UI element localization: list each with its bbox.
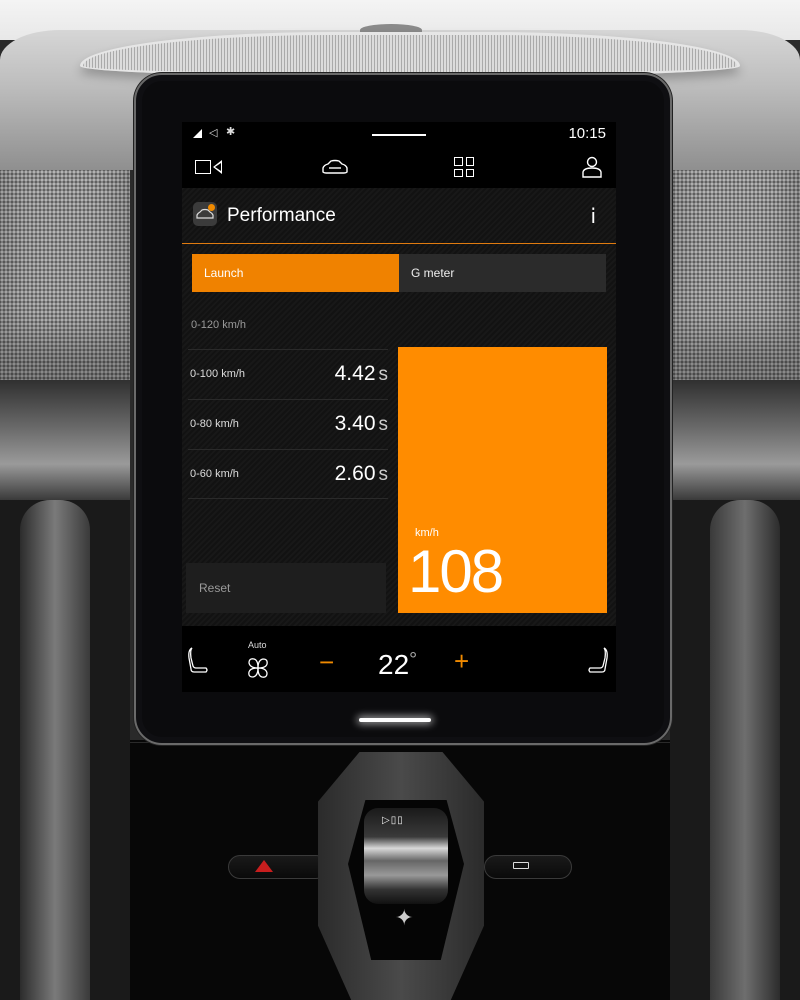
apps-button[interactable] [444, 152, 484, 182]
status-bar: ◁ ✱ 10:15 [182, 122, 616, 146]
clock: 10:15 [568, 125, 606, 142]
dashboard-fabric-right [670, 170, 800, 380]
rear-defrost-icon[interactable] [513, 862, 529, 869]
bluetooth-icon: ✱ [226, 126, 236, 138]
speed-value: 108 [408, 538, 504, 605]
launch-times-list: 0-100 km/h 4.42 s 0-80 km/h 3.40 s 0-60 km… [188, 349, 388, 499]
launch-section-label: 0-120 km/h [191, 319, 247, 331]
tab-bar: Launch G meter [192, 254, 606, 292]
passenger-seat-heating-icon[interactable] [586, 646, 610, 676]
hazard-button-strip[interactable] [228, 855, 328, 879]
page-title: Performance [227, 205, 336, 226]
dashboard-trim-right [670, 380, 800, 500]
profile-icon [582, 156, 602, 178]
camera-lens-icon [212, 160, 222, 174]
app-grid-icon [454, 157, 474, 177]
speedometer-badge-icon [208, 204, 215, 211]
fan-mode-label: Auto [248, 640, 267, 650]
profile-button[interactable] [572, 152, 612, 182]
camera-icon [194, 160, 211, 174]
header-divider [182, 243, 616, 244]
launch-time-label: 0-100 km/h [190, 368, 246, 380]
launch-time-row: 0-80 km/h 3.40 s [188, 399, 388, 449]
temperature-decrease-button[interactable]: − [319, 647, 334, 678]
car-icon [322, 159, 348, 174]
tab-g-meter[interactable]: G meter [399, 254, 606, 292]
fan-icon[interactable] [244, 654, 272, 682]
launch-time-label: 0-80 km/h [190, 418, 239, 430]
gear-selector-knob[interactable] [364, 808, 448, 904]
dashboard-fabric-left [0, 170, 130, 380]
car-button[interactable] [315, 152, 355, 182]
info-button[interactable]: i [590, 204, 596, 228]
speed-panel: km/h 108 [398, 347, 607, 613]
navigation-arrow-icon: ◁ [209, 127, 218, 139]
launch-time-label: 0-60 km/h [190, 468, 239, 480]
launch-time-value: 4.42 s [334, 362, 388, 385]
polestar-logo-icon: ✦ [395, 905, 414, 930]
launch-time-row: 0-100 km/h 4.42 s [188, 349, 388, 399]
driver-seat-heating-icon[interactable] [186, 646, 210, 676]
reset-button[interactable]: Reset [186, 563, 386, 613]
top-navigation [182, 146, 616, 188]
temperature-display[interactable]: 22° [378, 649, 417, 681]
knee-pad-right [710, 500, 780, 1000]
dashboard-trim-left [0, 380, 130, 500]
camera-button[interactable] [188, 152, 228, 182]
dashboard-speaker-grille [80, 32, 740, 76]
performance-car-icon [193, 202, 217, 226]
gear-indicator: ▷▯▯ [382, 815, 404, 826]
knee-pad-left [20, 500, 90, 1000]
temperature-increase-button[interactable]: + [454, 646, 469, 677]
launch-time-row: 0-60 km/h 2.60 s [188, 449, 388, 499]
launch-time-value: 2.60 s [334, 462, 388, 485]
infotainment-screen: ◁ ✱ 10:15 Performance i Launch G meter 0… [182, 122, 616, 692]
home-indicator-light [359, 718, 431, 722]
notification-drag-handle[interactable] [372, 134, 426, 136]
page-header: Performance i [182, 188, 616, 244]
launch-time-value: 3.40 s [334, 412, 388, 435]
tab-launch[interactable]: Launch [192, 254, 399, 292]
hazard-icon[interactable] [255, 860, 273, 872]
signal-icon [193, 129, 202, 138]
